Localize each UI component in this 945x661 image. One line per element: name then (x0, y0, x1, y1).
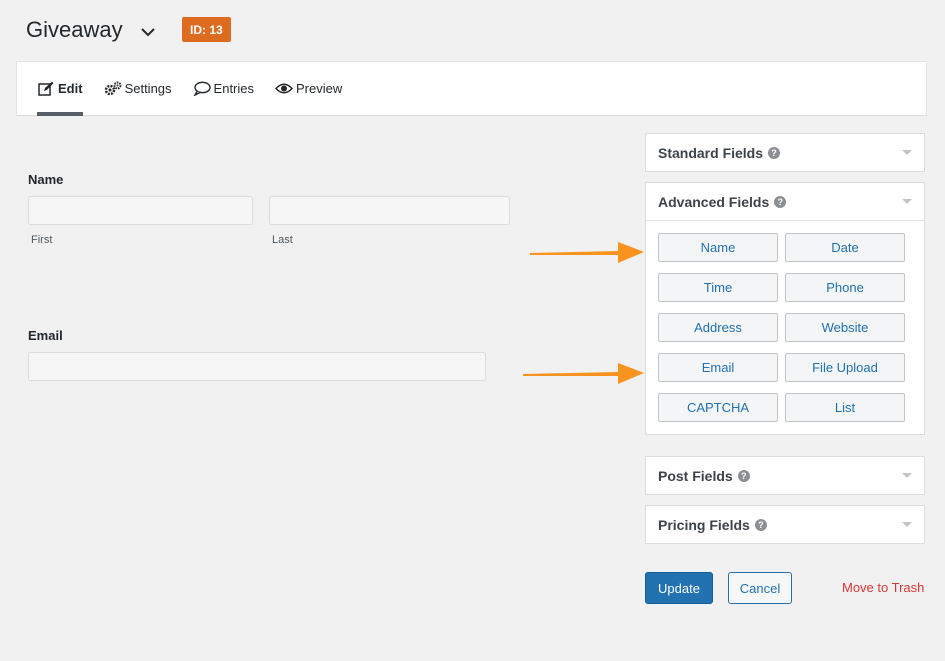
tab-label: Settings (124, 81, 172, 96)
standard-fields-header[interactable]: Standard Fields ? (646, 134, 924, 171)
help-icon[interactable]: ? (754, 518, 767, 531)
panel-title: Pricing Fields (658, 516, 750, 533)
panel-title: Post Fields (658, 467, 733, 484)
tab-entries[interactable]: Entries (193, 62, 254, 115)
caret-down-icon (902, 199, 912, 204)
caret-down-icon (902, 150, 912, 155)
gears-icon (104, 81, 122, 97)
help-icon[interactable]: ? (737, 469, 750, 482)
post-fields-header[interactable]: Post Fields ? (646, 457, 924, 494)
add-file-upload-field-button[interactable]: File Upload (785, 353, 905, 382)
pricing-fields-panel: Pricing Fields ? (645, 505, 925, 544)
form-title: Giveaway (26, 17, 123, 42)
add-address-field-button[interactable]: Address (658, 313, 778, 342)
add-website-field-button[interactable]: Website (785, 313, 905, 342)
tab-preview[interactable]: Preview (275, 62, 342, 115)
tab-label: Entries (213, 81, 255, 96)
comment-icon (193, 81, 211, 97)
help-icon[interactable]: ? (774, 195, 787, 208)
first-sublabel: First (31, 234, 53, 246)
standard-fields-panel: Standard Fields ? (645, 133, 925, 172)
tab-label: Edit (58, 81, 83, 96)
help-icon[interactable]: ? (768, 146, 781, 159)
add-name-field-button[interactable]: Name (658, 233, 778, 262)
add-time-field-button[interactable]: Time (658, 273, 778, 302)
add-list-field-button[interactable]: List (785, 393, 905, 422)
eye-icon (275, 81, 294, 97)
cancel-button[interactable]: Cancel (728, 572, 792, 604)
first-name-input[interactable] (28, 196, 253, 225)
add-phone-field-button[interactable]: Phone (785, 273, 905, 302)
advanced-fields-buttons: Name Date Time Phone Address Website Ema… (646, 220, 924, 434)
panel-title: Advanced Fields (658, 193, 770, 210)
tab-edit[interactable]: Edit (37, 62, 83, 116)
chevron-down-icon[interactable] (139, 23, 157, 41)
caret-down-icon (902, 473, 912, 478)
email-input[interactable] (28, 352, 486, 381)
email-field-label: Email (28, 328, 63, 343)
advanced-fields-header[interactable]: Advanced Fields ? (646, 183, 924, 220)
last-name-input[interactable] (269, 196, 510, 225)
post-fields-panel: Post Fields ? (645, 456, 925, 495)
pricing-fields-header[interactable]: Pricing Fields ? (646, 506, 924, 543)
form-header: Giveaway (26, 14, 157, 46)
name-field-label: Name (28, 172, 64, 187)
form-toolbar: Edit Settings Entries Preview (16, 61, 927, 116)
add-email-field-button[interactable]: Email (658, 353, 778, 382)
edit-icon (37, 81, 55, 97)
advanced-fields-panel: Advanced Fields ? Name Date Time Phone A… (645, 182, 925, 435)
caret-down-icon (902, 522, 912, 527)
add-date-field-button[interactable]: Date (785, 233, 905, 262)
arrow-icon (530, 242, 644, 263)
update-button[interactable]: Update (645, 572, 713, 604)
last-sublabel: Last (272, 234, 293, 246)
form-id-badge: ID: 13 (182, 17, 231, 42)
add-captcha-field-button[interactable]: CAPTCHA (658, 393, 778, 422)
panel-title: Standard Fields (658, 144, 764, 161)
move-to-trash-link[interactable]: Move to Trash (842, 580, 924, 595)
tab-settings[interactable]: Settings (104, 62, 172, 115)
tab-label: Preview (296, 81, 343, 96)
arrow-icon (523, 363, 644, 384)
